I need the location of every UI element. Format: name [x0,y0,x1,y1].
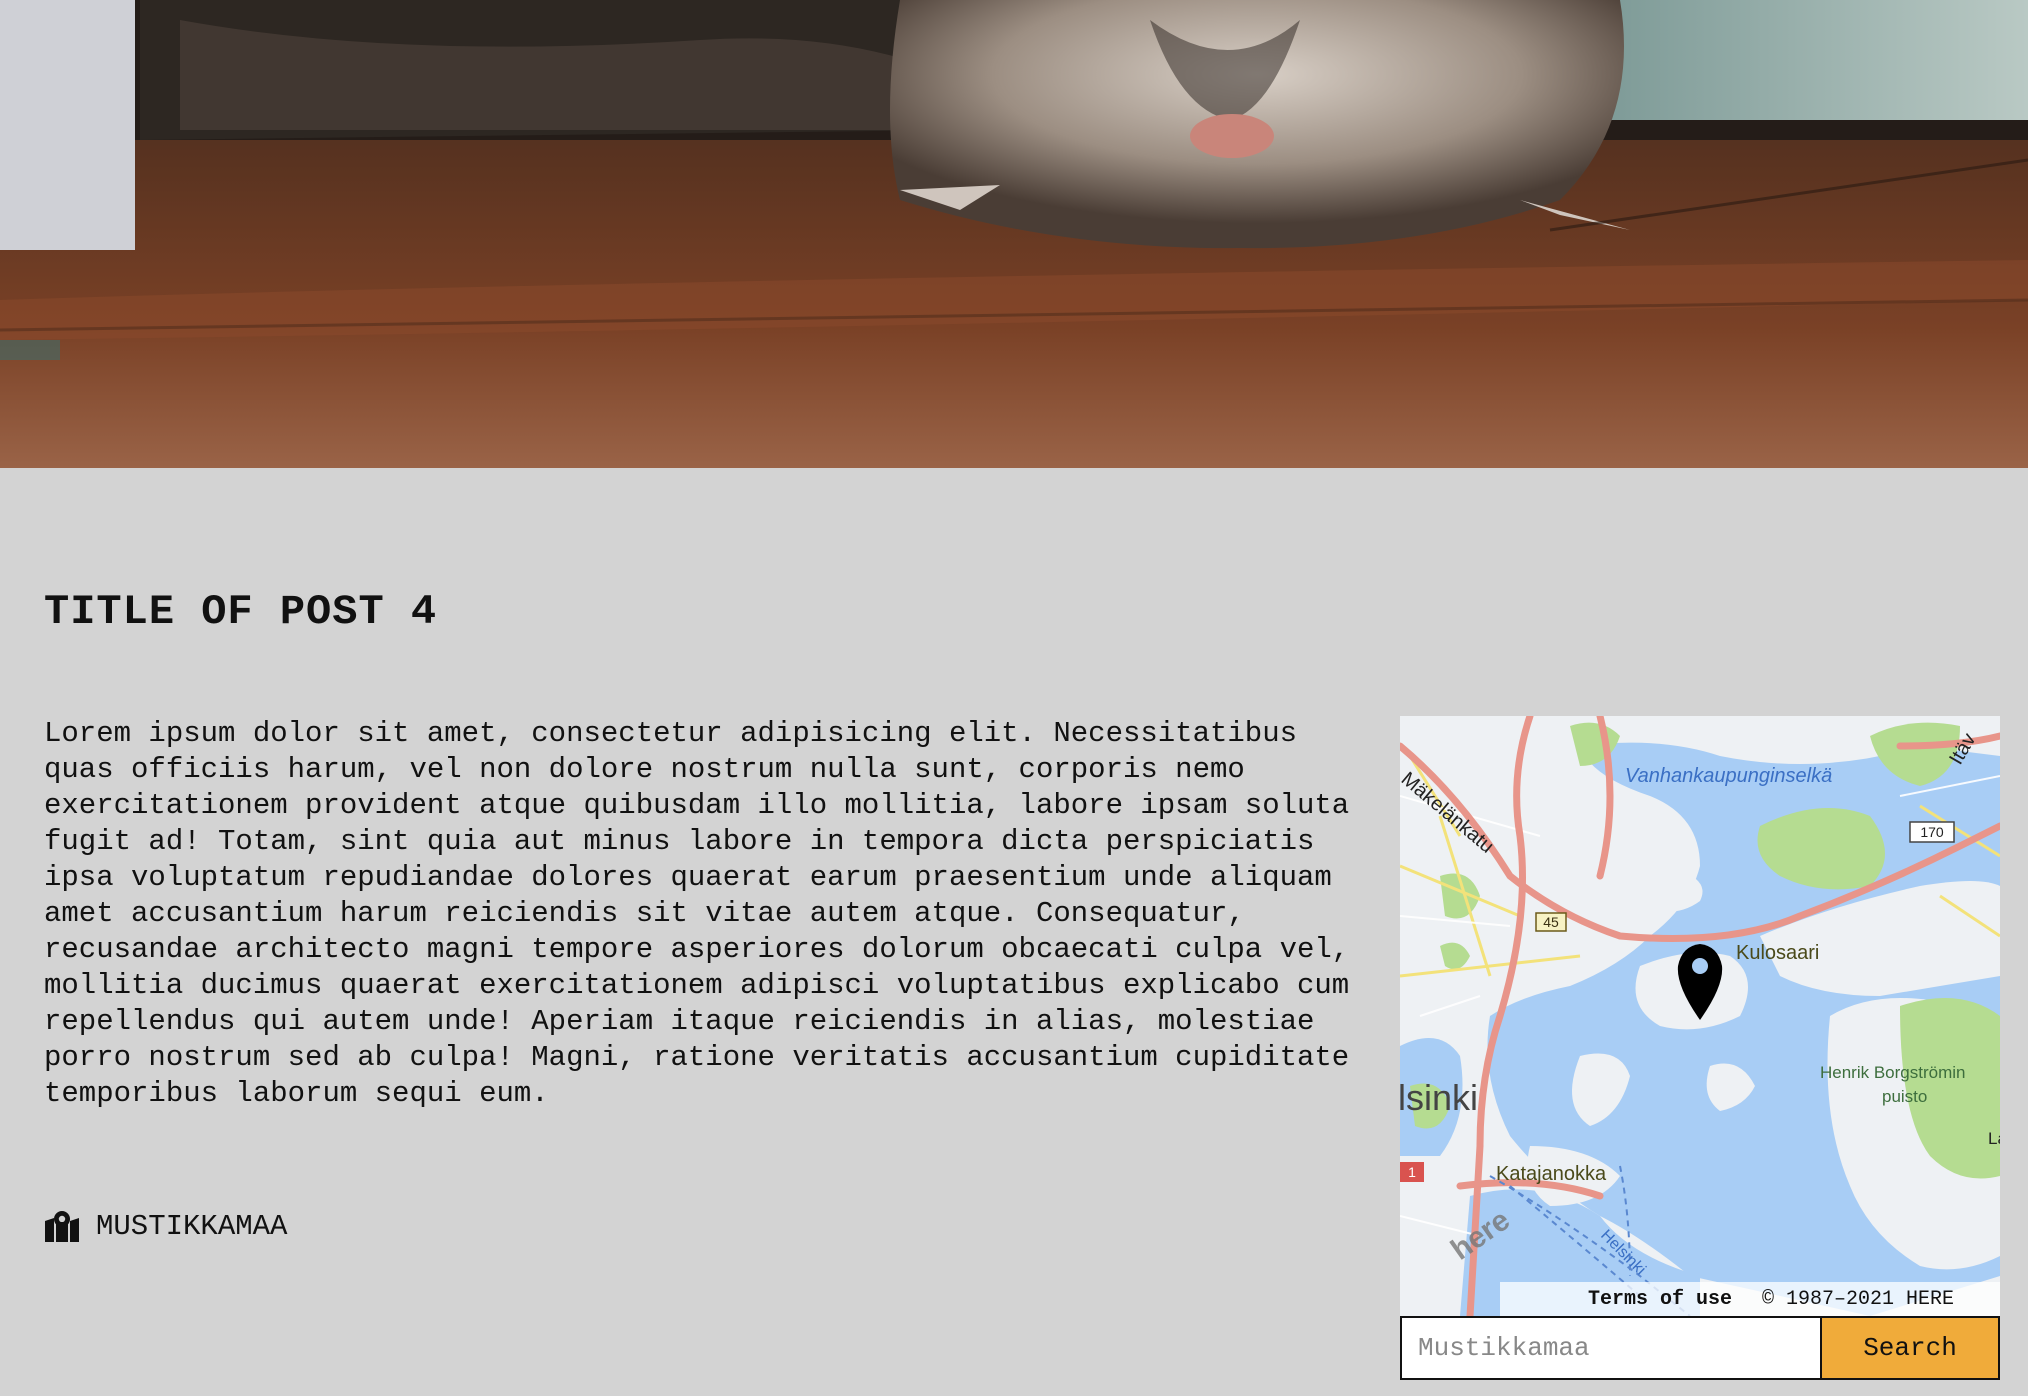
area-label: Katajanokka [1496,1163,1607,1185]
hero-image [0,0,2028,468]
road-1-label: 1 [1408,1164,1416,1180]
map[interactable]: 45 170 1 Vanhankaupunginselkä Mäkelänkat… [1400,716,2000,1316]
edge-right-label: La [1988,1129,2000,1148]
cat-photo [0,0,2028,468]
map-pin-icon [45,1210,79,1242]
map-attribution: Terms of use © 1987–2021 HERE [1500,1282,2000,1316]
terms-of-use-link[interactable]: Terms of use [1588,1288,1732,1311]
road-45-label: 45 [1543,914,1559,930]
search-button[interactable]: Search [1822,1316,2000,1380]
map-copyright: © 1987–2021 HERE [1761,1287,1954,1311]
park-label-2: puisto [1882,1087,1927,1106]
park-label: Henrik Borgströmin [1820,1063,1966,1082]
bay-label: Vanhankaupunginselkä [1625,765,1832,787]
location: MUSTIKKAMAA [44,1210,287,1243]
post-title: TITLE OF POST 4 [44,588,438,636]
location-name: MUSTIKKAMAA [96,1210,288,1243]
road-170-label: 170 [1920,824,1944,840]
search-input[interactable] [1400,1316,1822,1380]
district-label: Kulosaari [1736,942,1819,964]
post-body: Lorem ipsum dolor sit amet, consectetur … [44,717,1350,1110]
map-tiles[interactable]: 45 170 1 Vanhankaupunginselkä Mäkelänkat… [1400,716,2000,1316]
map-search: Search [1400,1316,2000,1380]
city-label: lsinki [1400,1077,1478,1118]
